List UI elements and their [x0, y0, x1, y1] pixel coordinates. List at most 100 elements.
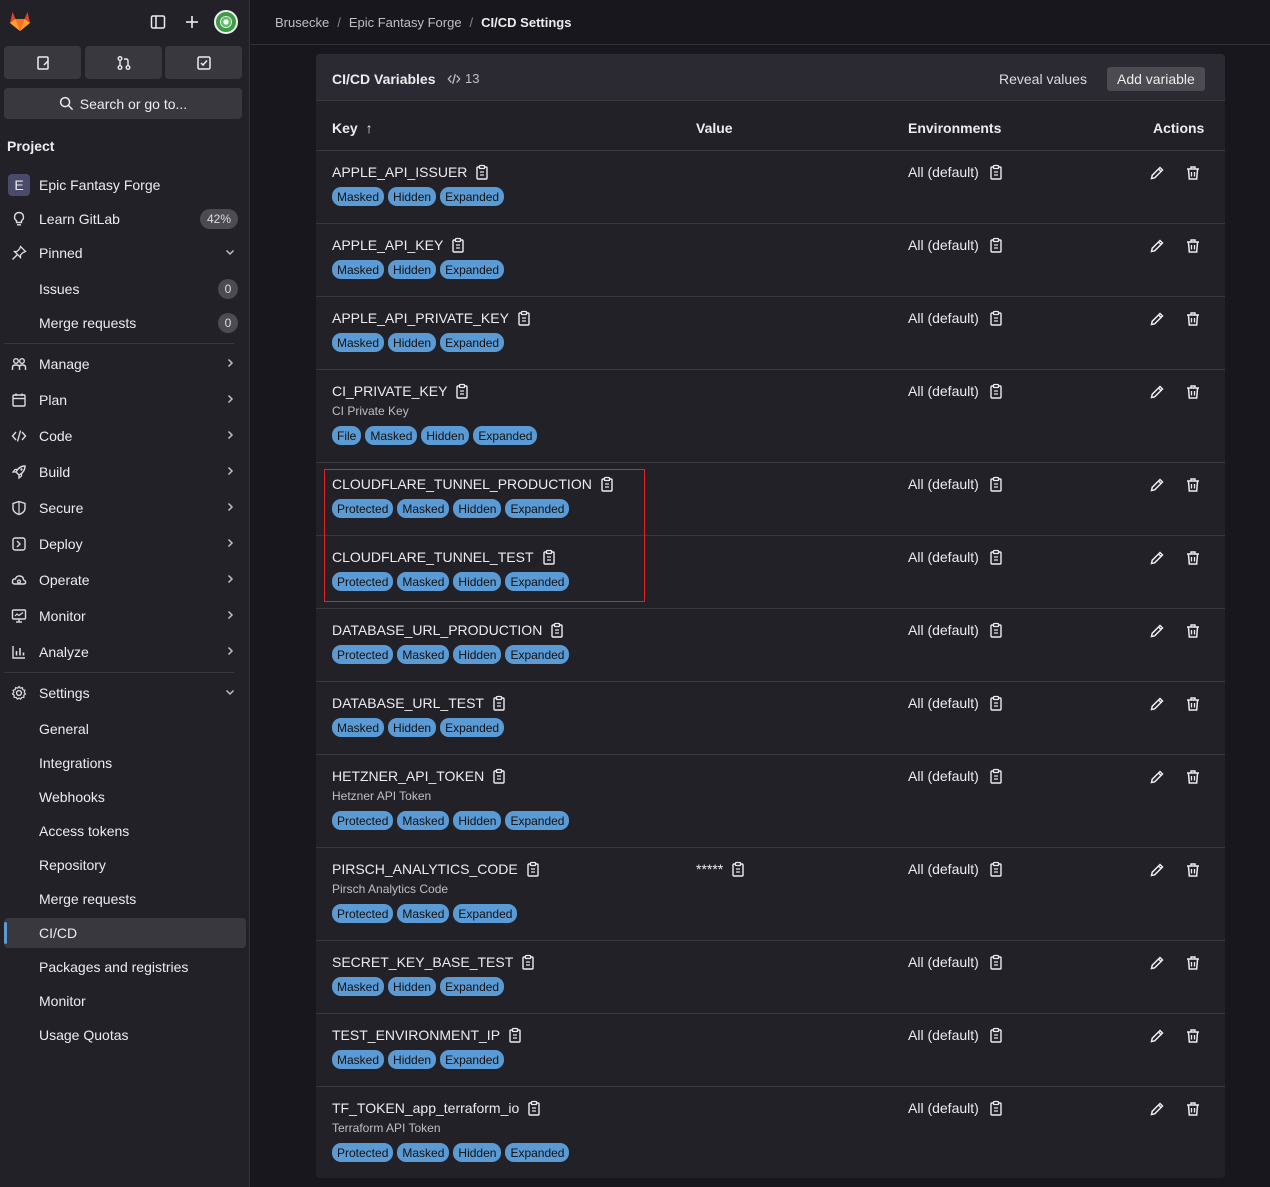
- copy-icon[interactable]: [527, 1100, 541, 1116]
- copy-icon[interactable]: [451, 237, 465, 253]
- edit-icon[interactable]: [1147, 1026, 1167, 1046]
- sidebar-item-label: Monitor: [39, 993, 86, 1009]
- sidebar-item-integrations[interactable]: Integrations: [4, 748, 246, 778]
- copy-icon[interactable]: [508, 1027, 522, 1043]
- sidebar-item-issues[interactable]: Issues 0: [4, 274, 246, 304]
- sidebar-item-operate[interactable]: Operate: [4, 565, 246, 595]
- copy-icon[interactable]: [600, 476, 614, 492]
- delete-icon[interactable]: [1183, 309, 1203, 329]
- edit-icon[interactable]: [1147, 953, 1167, 973]
- edit-icon[interactable]: [1147, 621, 1167, 641]
- sidebar-item-general[interactable]: General: [4, 714, 246, 744]
- edit-icon[interactable]: [1147, 309, 1167, 329]
- delete-icon[interactable]: [1183, 767, 1203, 787]
- copy-icon[interactable]: [989, 861, 1003, 877]
- copy-icon[interactable]: [526, 861, 540, 877]
- column-header-key[interactable]: Key ↑: [332, 120, 373, 136]
- sidebar-item-plan[interactable]: Plan: [4, 385, 246, 415]
- plus-icon[interactable]: [181, 11, 203, 33]
- sidebar-item-deploy[interactable]: Deploy: [4, 529, 246, 559]
- copy-icon[interactable]: [731, 861, 745, 877]
- variable-badges: Protected Masked Hidden Expanded: [332, 572, 570, 591]
- edit-icon[interactable]: [1147, 382, 1167, 402]
- copy-icon[interactable]: [550, 622, 564, 638]
- gitlab-logo-icon[interactable]: [8, 9, 32, 33]
- copy-icon[interactable]: [989, 695, 1003, 711]
- sidebar-item-settings[interactable]: Settings: [4, 678, 246, 708]
- breadcrumb-item[interactable]: Brusecke: [275, 15, 329, 30]
- copy-icon[interactable]: [989, 1027, 1003, 1043]
- user-avatar[interactable]: [214, 10, 238, 34]
- sidebar-item-secure[interactable]: Secure: [4, 493, 246, 523]
- copy-icon[interactable]: [989, 164, 1003, 180]
- edit-icon[interactable]: [1147, 163, 1167, 183]
- copy-icon[interactable]: [455, 383, 469, 399]
- variable-environment: All (default): [908, 237, 1003, 253]
- sidebar-item-usage-quotas[interactable]: Usage Quotas: [4, 1020, 246, 1050]
- sidebar-item-access-tokens[interactable]: Access tokens: [4, 816, 246, 846]
- delete-icon[interactable]: [1183, 1099, 1203, 1119]
- sidebar-item-pinned[interactable]: Pinned: [4, 238, 246, 268]
- copy-icon[interactable]: [989, 622, 1003, 638]
- sidebar-item-build[interactable]: Build: [4, 457, 246, 487]
- edit-icon[interactable]: [1147, 694, 1167, 714]
- copy-icon[interactable]: [989, 549, 1003, 565]
- copy-icon[interactable]: [542, 549, 556, 565]
- sidebar-item-monitor[interactable]: Monitor: [4, 601, 246, 631]
- add-variable-button[interactable]: Add variable: [1107, 67, 1205, 91]
- delete-icon[interactable]: [1183, 236, 1203, 256]
- sidebar-item-code[interactable]: Code: [4, 421, 246, 451]
- sidebar-item-repository[interactable]: Repository: [4, 850, 246, 880]
- deploy-icon: [10, 535, 28, 553]
- copy-icon[interactable]: [989, 237, 1003, 253]
- sidebar-item-cicd[interactable]: CI/CD: [4, 918, 246, 948]
- sidebar-item-analyze[interactable]: Analyze: [4, 637, 246, 667]
- delete-icon[interactable]: [1183, 860, 1203, 880]
- copy-icon[interactable]: [989, 954, 1003, 970]
- delete-icon[interactable]: [1183, 621, 1203, 641]
- delete-icon[interactable]: [1183, 382, 1203, 402]
- copy-icon[interactable]: [475, 164, 489, 180]
- todo-list-button[interactable]: [165, 46, 242, 79]
- copy-icon[interactable]: [492, 768, 506, 784]
- toggle-sidebar-icon[interactable]: [147, 11, 169, 33]
- edit-icon[interactable]: [1147, 860, 1167, 880]
- delete-icon[interactable]: [1183, 694, 1203, 714]
- edit-icon[interactable]: [1147, 767, 1167, 787]
- delete-icon[interactable]: [1183, 163, 1203, 183]
- edit-icon[interactable]: [1147, 548, 1167, 568]
- sidebar-item-settings-monitor[interactable]: Monitor: [4, 986, 246, 1016]
- breadcrumb-item[interactable]: Epic Fantasy Forge: [349, 15, 462, 30]
- sidebar-item-project[interactable]: E Epic Fantasy Forge: [4, 170, 246, 200]
- copy-icon[interactable]: [989, 476, 1003, 492]
- variable-badge: Expanded: [440, 187, 505, 206]
- sidebar-item-webhooks[interactable]: Webhooks: [4, 782, 246, 812]
- sidebar-item-settings-merge-requests[interactable]: Merge requests: [4, 884, 246, 914]
- merge-requests-button[interactable]: [85, 46, 162, 79]
- breadcrumb-current[interactable]: CI/CD Settings: [481, 15, 571, 30]
- copy-icon[interactable]: [521, 954, 535, 970]
- edit-icon[interactable]: [1147, 475, 1167, 495]
- assigned-issues-button[interactable]: [4, 46, 81, 79]
- delete-icon[interactable]: [1183, 548, 1203, 568]
- copy-icon[interactable]: [989, 310, 1003, 326]
- reveal-values-button[interactable]: Reveal values: [990, 67, 1096, 91]
- variable-key: TEST_ENVIRONMENT_IP: [332, 1027, 522, 1043]
- rocket-icon: [10, 463, 28, 481]
- copy-icon[interactable]: [989, 1100, 1003, 1116]
- sidebar-item-merge-requests[interactable]: Merge requests 0: [4, 308, 246, 338]
- copy-icon[interactable]: [989, 383, 1003, 399]
- edit-icon[interactable]: [1147, 1099, 1167, 1119]
- search-button[interactable]: Search or go to...: [4, 88, 242, 119]
- delete-icon[interactable]: [1183, 475, 1203, 495]
- copy-icon[interactable]: [517, 310, 531, 326]
- copy-icon[interactable]: [492, 695, 506, 711]
- edit-icon[interactable]: [1147, 236, 1167, 256]
- sidebar-item-packages-registries[interactable]: Packages and registries: [4, 952, 246, 982]
- delete-icon[interactable]: [1183, 1026, 1203, 1046]
- sidebar-item-learn-gitlab[interactable]: Learn GitLab 42%: [4, 204, 246, 234]
- copy-icon[interactable]: [989, 768, 1003, 784]
- sidebar-item-manage[interactable]: Manage: [4, 349, 246, 379]
- chevron-right-icon: [224, 357, 236, 372]
- delete-icon[interactable]: [1183, 953, 1203, 973]
